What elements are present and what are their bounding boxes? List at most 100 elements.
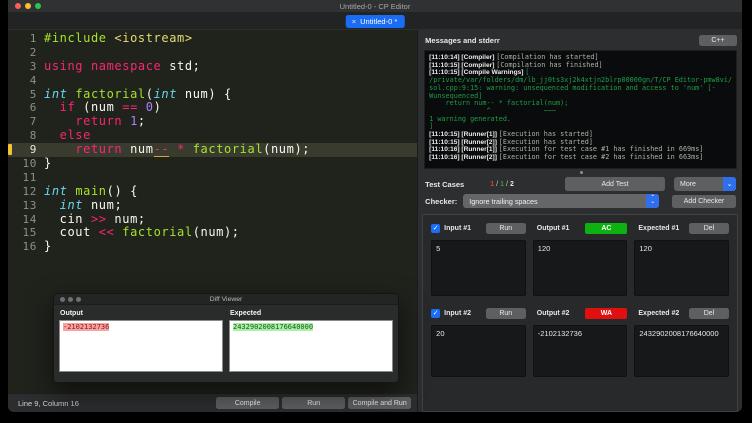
log-line: [11:10:16] [Runner[2]] [Execution for te…: [429, 153, 732, 162]
line-number-gutter: 11: [8, 171, 44, 185]
code-line[interactable]: 7 return 1;: [8, 114, 417, 129]
code-token: using namespace: [44, 58, 162, 73]
code-line[interactable]: 1 #include <iostream>: [8, 31, 417, 46]
diff-viewer-window[interactable]: Diff Viewer Output -2102132736 Expected …: [53, 293, 399, 383]
code-line[interactable]: 16}: [8, 239, 417, 254]
line-number-gutter: 15: [8, 226, 44, 240]
code-token: cin: [44, 211, 91, 226]
add-checker-button[interactable]: Add Checker: [672, 194, 736, 208]
testcase-input-box[interactable]: 20: [431, 325, 526, 377]
diff-viewer-titlebar: Diff Viewer: [54, 294, 398, 305]
code-line[interactable]: 3 using namespace std;: [8, 58, 417, 74]
expected-column-header: Expected #2 Del: [634, 307, 729, 319]
compile-button[interactable]: Compile: [216, 397, 280, 409]
current-line-marker-icon: [8, 144, 12, 156]
code-text: int main() {: [44, 183, 417, 199]
code-line[interactable]: 13 int num;: [8, 198, 417, 213]
code-line[interactable]: 6 if (num == 0): [8, 101, 417, 115]
code-token: <iostream>: [114, 31, 193, 45]
panel-splitter[interactable]: [418, 169, 742, 176]
code-text: return num-- * factorial(num);: [44, 142, 417, 158]
code-token: ): [153, 100, 162, 115]
code-token: main: [75, 183, 107, 198]
window-titlebar: Untitled-0 - CP Editor: [8, 0, 742, 13]
log-line: 1 warning generated.: [429, 115, 732, 124]
line-number-gutter: 14: [8, 213, 44, 227]
testcase-input-box[interactable]: 5: [431, 240, 526, 296]
code-line[interactable]: 2: [8, 46, 417, 60]
diff-viewer-body: Output -2102132736 Expected 243290200817…: [54, 305, 398, 375]
run-testcase-button[interactable]: Run: [485, 307, 526, 319]
add-test-button[interactable]: Add Test: [565, 177, 665, 191]
code-text: int num;: [44, 198, 417, 213]
log-segment: [11:10:14] [Compiler]: [429, 54, 497, 61]
checker-select[interactable]: Ignore trailing spaces ⌃ ⌄: [463, 194, 660, 208]
line-number-gutter: 13: [8, 199, 44, 213]
messages-header: Messages and stderr C++: [418, 30, 742, 50]
tab-bar: × Untitled-0 *: [8, 13, 742, 29]
code-token: factorial: [122, 225, 193, 240]
line-number: 13: [22, 198, 37, 212]
code-line[interactable]: 5 int factorial(int num) {: [8, 86, 417, 102]
code-line[interactable]: 4: [8, 74, 417, 88]
code-token: <<: [98, 225, 115, 240]
code-token: std;: [161, 58, 201, 73]
code-line[interactable]: 8 else: [8, 128, 417, 143]
code-token: int: [44, 183, 68, 198]
output-label: Output #2: [536, 309, 570, 317]
diff-viewer-title: Diff Viewer: [209, 295, 243, 303]
testcase-checkbox[interactable]: ✓: [431, 308, 441, 318]
testcase-expected-box[interactable]: 120: [634, 240, 729, 296]
run-testcase-button[interactable]: Run: [485, 222, 526, 234]
code-token: num) {: [177, 86, 232, 101]
log-segment: [Execution for test case #2 has finished…: [498, 153, 704, 162]
testcase-output-box[interactable]: 120: [532, 240, 628, 296]
testcase-checkbox[interactable]: ✓: [431, 223, 441, 233]
tab-close-icon[interactable]: ×: [352, 17, 356, 26]
code-token: return: [75, 114, 123, 129]
code-line[interactable]: 10}: [8, 156, 417, 171]
delete-testcase-button[interactable]: Del: [689, 307, 729, 319]
code-token: return: [75, 142, 123, 157]
language-button[interactable]: C++: [699, 35, 737, 46]
code-line[interactable]: 11: [8, 171, 417, 185]
line-number-gutter: 9: [8, 143, 44, 157]
tab-untitled-0[interactable]: × Untitled-0 *: [345, 15, 405, 28]
code-text: cout << factorial(num);: [44, 226, 417, 240]
checker-label: Checker:: [425, 196, 458, 206]
code-token: num: [122, 142, 154, 157]
diff-expected-label: Expected: [230, 310, 262, 317]
compile-and-run-button[interactable]: Compile and Run: [348, 397, 412, 409]
code-line[interactable]: 14 cin >> num;: [8, 211, 417, 227]
code-token: (num);: [192, 225, 240, 240]
testcase-output-box[interactable]: -2102132736: [532, 325, 628, 377]
testcases-container: ✓ Input #1 Run Output #1 AC Expected #1 Del 5 12…: [422, 214, 738, 412]
testcase-expected-box[interactable]: 2432902008176640000: [634, 325, 729, 377]
line-number-gutter: 5: [8, 88, 44, 102]
code-line[interactable]: 9 return num-- * factorial(num);: [8, 142, 418, 158]
more-dropdown[interactable]: More ⌄: [674, 177, 736, 191]
code-line[interactable]: 12 int main() {: [8, 183, 417, 199]
log-segment: [11:10:15] [Runner[1]]: [429, 131, 499, 139]
code-token: int: [44, 86, 68, 101]
messages-title: Messages and stderr: [425, 36, 500, 45]
input-label: Input #2: [444, 309, 472, 317]
delete-testcase-button[interactable]: Del: [689, 222, 729, 234]
code-token: () {: [106, 183, 138, 198]
line-number: 9: [29, 143, 37, 157]
line-number: 10: [22, 157, 37, 171]
code-line[interactable]: 15 cout << factorial(num);: [8, 226, 417, 240]
code-token: ==: [122, 100, 138, 115]
line-number: 5: [29, 87, 37, 101]
checker-row: Checker: Ignore trailing spaces ⌃ ⌄ Add C…: [418, 193, 742, 212]
code-token: >>: [90, 211, 107, 226]
messages-console[interactable]: [11:10:14] [Compiler] [Compilation has s…: [424, 50, 737, 169]
editor-statusbar: Line 9, Column 16 Compile Run Compile an…: [8, 393, 418, 412]
line-number-gutter: 12: [8, 185, 44, 199]
run-button[interactable]: Run: [282, 397, 346, 409]
verdict-badge: AC: [585, 222, 628, 234]
